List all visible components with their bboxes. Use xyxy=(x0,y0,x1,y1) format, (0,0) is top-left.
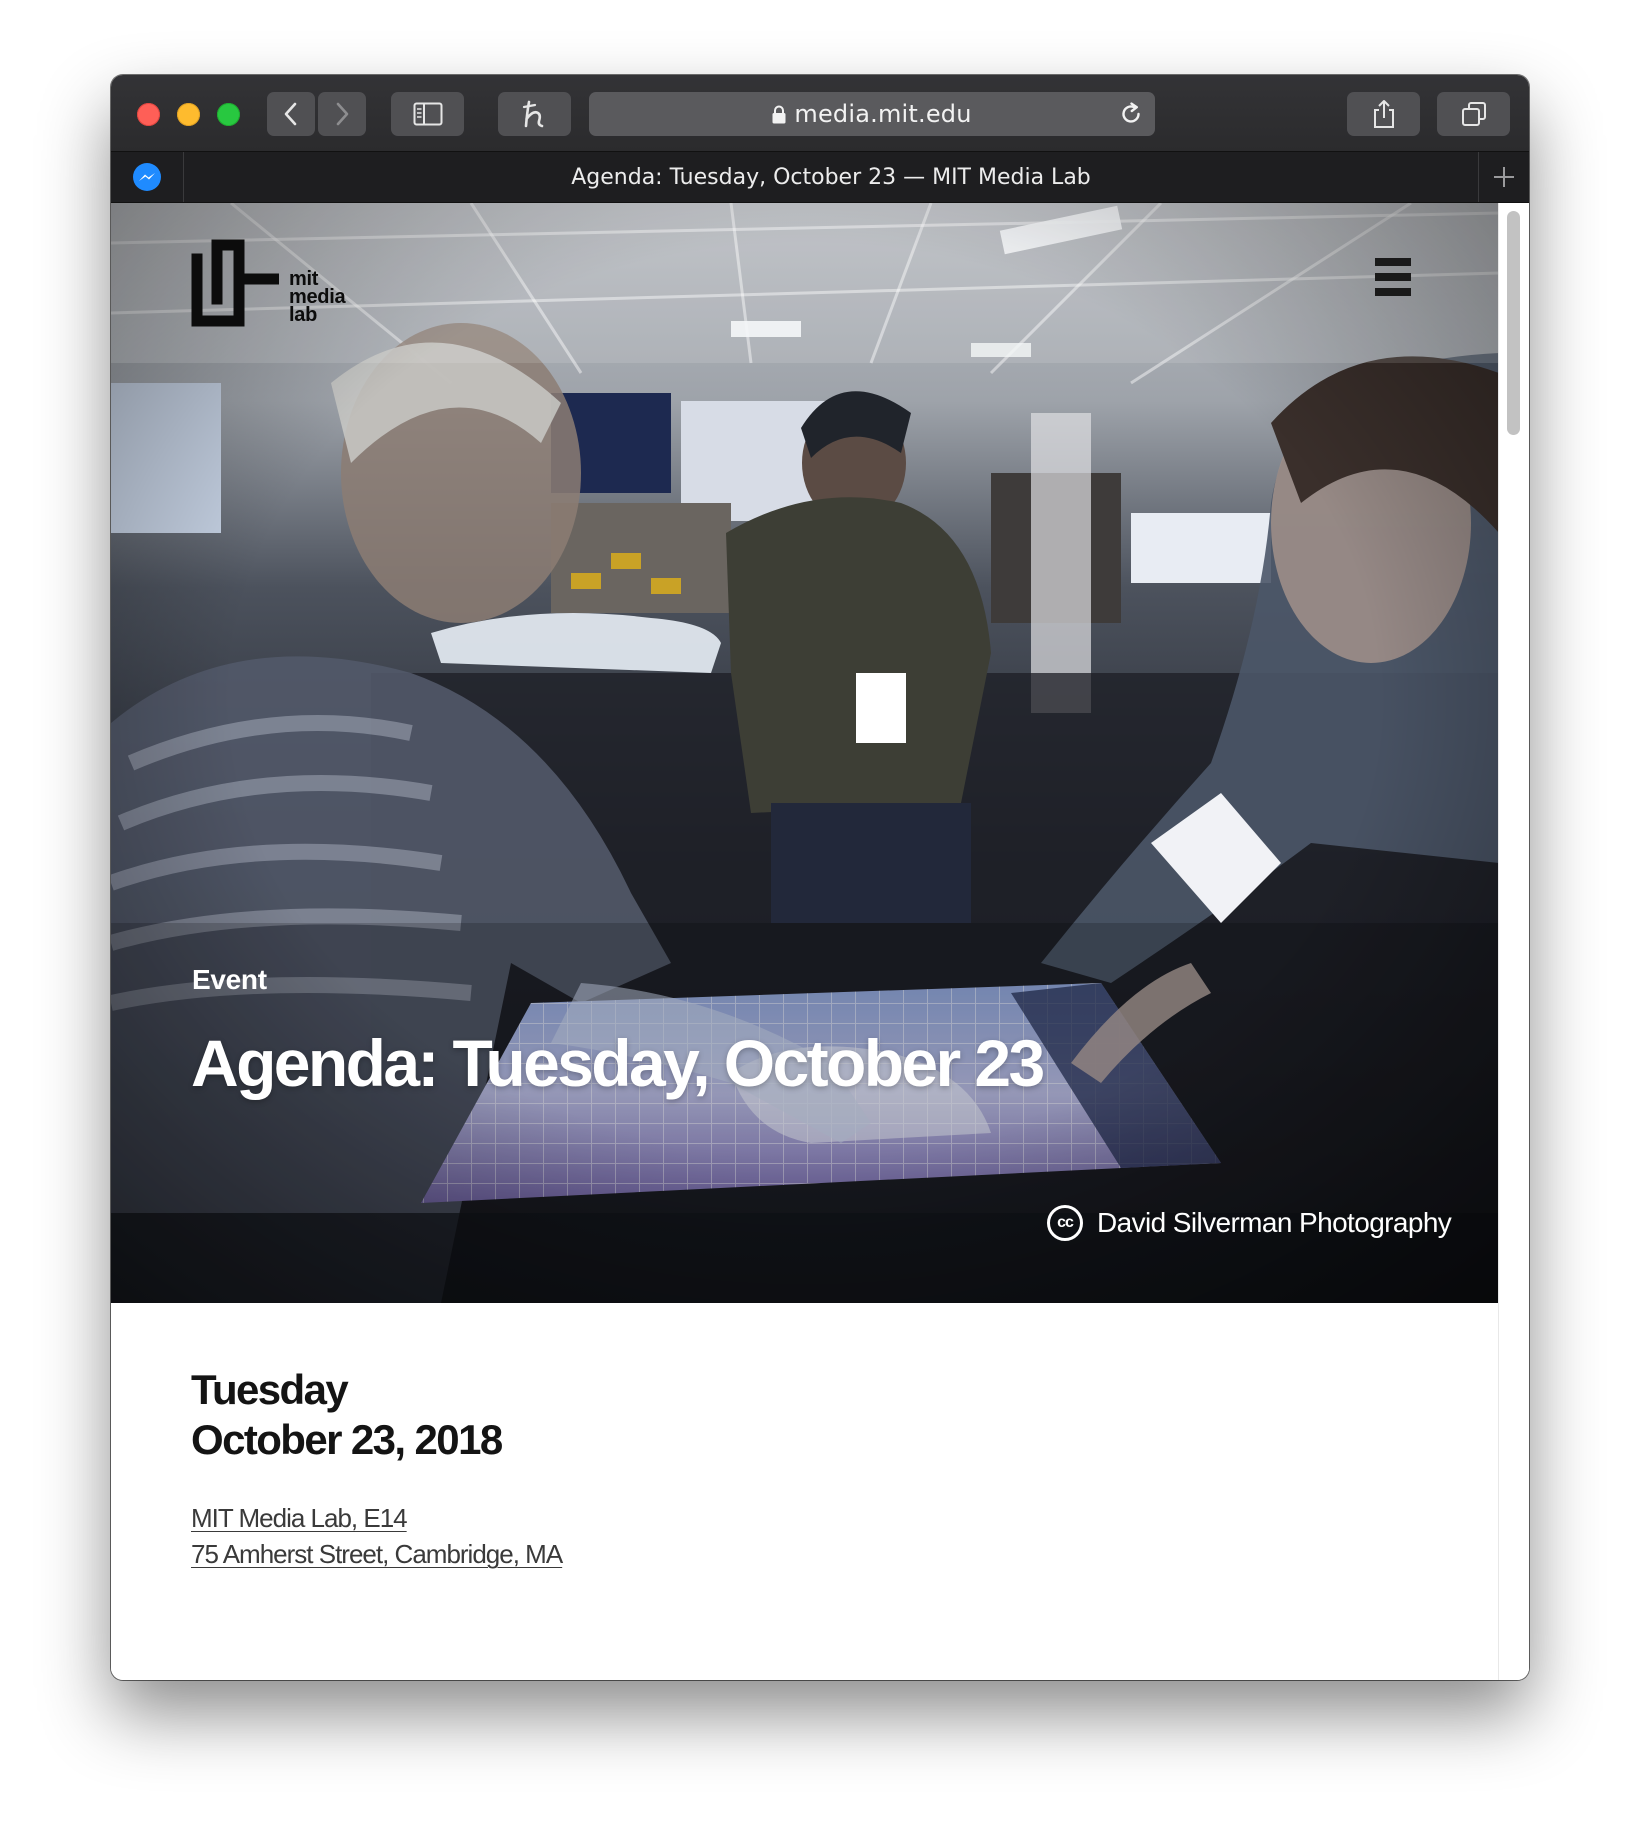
logo-wordmark: mit media lab xyxy=(289,269,346,326)
share-button[interactable] xyxy=(1347,92,1420,136)
tab-bar: Agenda: Tuesday, October 23 — MIT Media … xyxy=(111,151,1529,203)
address-text: media.mit.edu xyxy=(794,100,972,128)
menu-bar-icon xyxy=(1375,258,1411,266)
scrollbar[interactable] xyxy=(1498,203,1529,1680)
sidebar-toggle-button[interactable] xyxy=(391,92,464,136)
extension-h-icon xyxy=(522,100,543,128)
browser-window: media.mit.edu Agenda: Tuesday, October 2… xyxy=(111,75,1529,1680)
content-type-label: Event xyxy=(192,964,267,995)
scrollbar-thumb[interactable] xyxy=(1507,211,1520,435)
event-date: Tuesday October 23, 2018 xyxy=(191,1365,503,1465)
hero-banner: mit media lab Event Agenda: Tuesday, Oct… xyxy=(111,203,1499,1303)
chevron-left-icon xyxy=(284,102,297,126)
close-window-button[interactable] xyxy=(137,103,160,126)
tab-title: Agenda: Tuesday, October 23 — MIT Media … xyxy=(571,164,1091,190)
menu-bar-icon xyxy=(1375,273,1411,281)
share-icon xyxy=(1373,100,1394,128)
browser-toolbar: media.mit.edu xyxy=(111,75,1529,151)
hamburger-menu-button[interactable] xyxy=(1375,258,1411,296)
forward-button[interactable] xyxy=(318,92,366,136)
plus-icon xyxy=(1494,167,1514,187)
new-tab-button[interactable] xyxy=(1478,152,1529,202)
messenger-icon xyxy=(133,163,161,191)
back-button[interactable] xyxy=(267,92,315,136)
hero-photo xyxy=(111,203,1499,1303)
site-logo[interactable]: mit media lab xyxy=(191,239,346,327)
extension-button[interactable] xyxy=(498,92,571,136)
logo-word-lab: lab xyxy=(289,304,317,326)
photo-credit: cc David Silverman Photography xyxy=(1047,1205,1452,1241)
page-content: mit media lab Event Agenda: Tuesday, Oct… xyxy=(111,203,1529,1680)
mit-media-lab-logo-icon xyxy=(191,239,279,327)
minimize-window-button[interactable] xyxy=(177,103,200,126)
lock-icon xyxy=(772,105,786,123)
venue-link-address[interactable]: 75 Amherst Street, Cambridge, MA xyxy=(191,1539,563,1570)
chevron-right-icon xyxy=(336,102,349,126)
tabs-icon xyxy=(1461,102,1486,126)
event-weekday: Tuesday xyxy=(191,1366,349,1413)
creative-commons-icon: cc xyxy=(1047,1205,1083,1241)
pinned-tab-messenger[interactable] xyxy=(111,152,184,202)
menu-bar-icon xyxy=(1375,288,1411,296)
fullscreen-window-button[interactable] xyxy=(217,103,240,126)
page-title: Agenda: Tuesday, October 23 xyxy=(191,1026,1045,1100)
reload-icon[interactable] xyxy=(1119,102,1143,126)
address-bar[interactable]: media.mit.edu xyxy=(589,92,1155,136)
event-full-date: October 23, 2018 xyxy=(191,1416,503,1463)
tab-active[interactable]: Agenda: Tuesday, October 23 — MIT Media … xyxy=(183,152,1479,202)
photo-credit-text: David Silverman Photography xyxy=(1097,1207,1452,1238)
sidebar-icon xyxy=(413,102,442,126)
venue-link-name[interactable]: MIT Media Lab, E14 xyxy=(191,1503,408,1534)
tabs-overview-button[interactable] xyxy=(1437,92,1510,136)
